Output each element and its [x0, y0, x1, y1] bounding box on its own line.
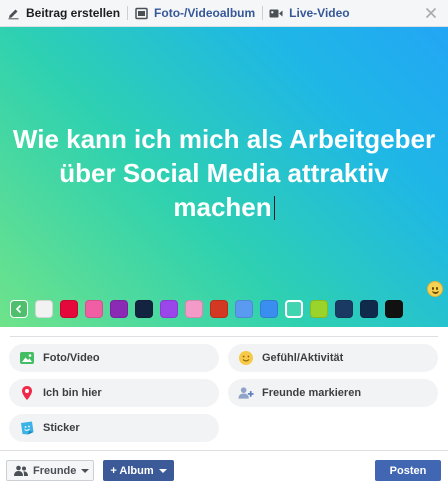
option-label: Sticker: [43, 422, 80, 434]
add-album-button[interactable]: + Album: [103, 460, 174, 481]
option-label: Ich bin hier: [43, 387, 102, 399]
background-swatch-blue-pattern[interactable]: [235, 300, 253, 318]
chevron-down-icon: [158, 468, 167, 473]
post-text-input[interactable]: Wie kann ich mich als Arbeitgeber über S…: [10, 122, 438, 224]
friends-icon: [14, 465, 28, 476]
photo-album-icon: [134, 6, 148, 20]
option-photo-video[interactable]: Foto/Video: [9, 344, 219, 372]
tab-create-post[interactable]: Beitrag erstellen: [0, 0, 127, 27]
sticker-icon: [19, 420, 35, 436]
video-camera-icon: [269, 6, 283, 20]
background-swatch-yellow-green[interactable]: [310, 300, 328, 318]
option-tag-friends[interactable]: Freunde markieren: [228, 379, 438, 407]
post-canvas[interactable]: Wie kann ich mich als Arbeitgeber über S…: [0, 27, 448, 327]
background-swatch-blue[interactable]: [260, 300, 278, 318]
chevron-down-icon: [81, 468, 90, 473]
option-check-in[interactable]: Ich bin hier: [9, 379, 219, 407]
background-swatch-navy-drips[interactable]: [335, 300, 353, 318]
background-swatch-red-pattern[interactable]: [210, 300, 228, 318]
background-swatch-teal-selected[interactable]: [285, 300, 303, 318]
background-swatch-row: [10, 300, 403, 318]
option-sticker[interactable]: Sticker: [9, 414, 219, 442]
smiley-icon: [238, 350, 254, 366]
background-swatch-navy-wave[interactable]: [360, 300, 378, 318]
pencil-icon: [6, 6, 20, 20]
background-swatch-pink-dots[interactable]: [185, 300, 203, 318]
composer-tab-bar: Beitrag erstellen Foto-/Videoalbum Live-…: [0, 0, 448, 27]
album-label: + Album: [110, 464, 154, 477]
post-label: Posten: [389, 464, 427, 477]
tab-photo-album[interactable]: Foto-/Videoalbum: [128, 0, 262, 27]
audience-label: Freunde: [33, 464, 77, 477]
text-cursor: [273, 196, 275, 220]
tab-photo-album-label: Foto-/Videoalbum: [154, 6, 256, 20]
section-divider: [10, 336, 438, 337]
option-label: Foto/Video: [43, 352, 100, 364]
audience-selector-button[interactable]: Freunde: [6, 460, 94, 481]
close-icon[interactable]: [423, 5, 439, 21]
background-swatch-purple[interactable]: [160, 300, 178, 318]
composer-footer: Freunde + Album Posten: [0, 450, 448, 488]
option-label: Freunde markieren: [262, 387, 362, 399]
post-button[interactable]: Posten: [375, 460, 441, 481]
tab-create-post-label: Beitrag erstellen: [26, 6, 121, 20]
tab-live-video[interactable]: Live-Video: [263, 0, 356, 27]
background-swatch-black[interactable]: [385, 300, 403, 318]
option-feeling-activity[interactable]: Gefühl/Aktivität: [228, 344, 438, 372]
background-swatch-dark-navy[interactable]: [135, 300, 153, 318]
tab-live-video-label: Live-Video: [289, 6, 350, 20]
post-text: Wie kann ich mich als Arbeitgeber über S…: [12, 124, 436, 222]
background-swatch-purple-pink[interactable]: [110, 300, 128, 318]
background-swatch-pink-pattern[interactable]: [85, 300, 103, 318]
chevron-left-icon[interactable]: [10, 300, 28, 318]
option-label: Gefühl/Aktivität: [262, 352, 344, 364]
tag-friends-icon: [238, 385, 254, 401]
location-pin-icon: [19, 385, 35, 401]
emoji-picker-icon[interactable]: [427, 281, 443, 297]
background-swatch-white[interactable]: [35, 300, 53, 318]
photo-icon: [19, 350, 35, 366]
background-swatch-red[interactable]: [60, 300, 78, 318]
